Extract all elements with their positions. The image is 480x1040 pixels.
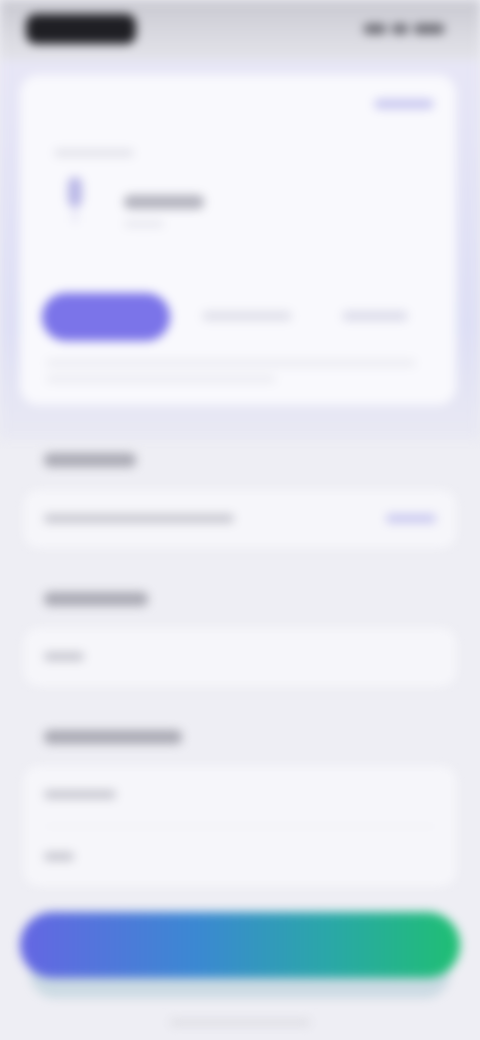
card-subtitle [124,221,164,227]
segmented-control [42,293,434,343]
card-note-line-2 [46,375,276,383]
section-2-row-text [44,652,84,661]
section-1-row-text[interactable] [44,514,234,523]
signal-icon [364,24,386,34]
section-2-label [44,592,148,606]
card-title [124,195,204,209]
section-3-card [24,766,456,886]
card-note [46,359,416,367]
voice-card [20,75,456,405]
primary-action-button[interactable] [20,912,460,978]
section-3-row-2-text[interactable] [44,852,74,861]
card-top-link[interactable] [374,99,434,109]
segment-button-1[interactable] [42,293,170,341]
section-1-row-link[interactable] [386,514,436,523]
card-kicker [54,149,134,157]
section-1-card [24,490,456,548]
segment-button-3[interactable] [342,311,408,321]
section-3-row-1-text[interactable] [44,790,116,799]
wifi-icon [392,24,408,34]
screen [0,0,480,1040]
section-1-label [44,453,136,467]
status-time [26,14,136,44]
battery-icon [414,24,444,34]
section-3-label [44,730,182,744]
section-3-divider [44,826,436,827]
home-indicator [170,1020,310,1025]
segment-button-2[interactable] [202,311,292,321]
microphone-icon [66,177,84,227]
status-icons [364,24,444,34]
section-2-card[interactable] [24,628,456,686]
